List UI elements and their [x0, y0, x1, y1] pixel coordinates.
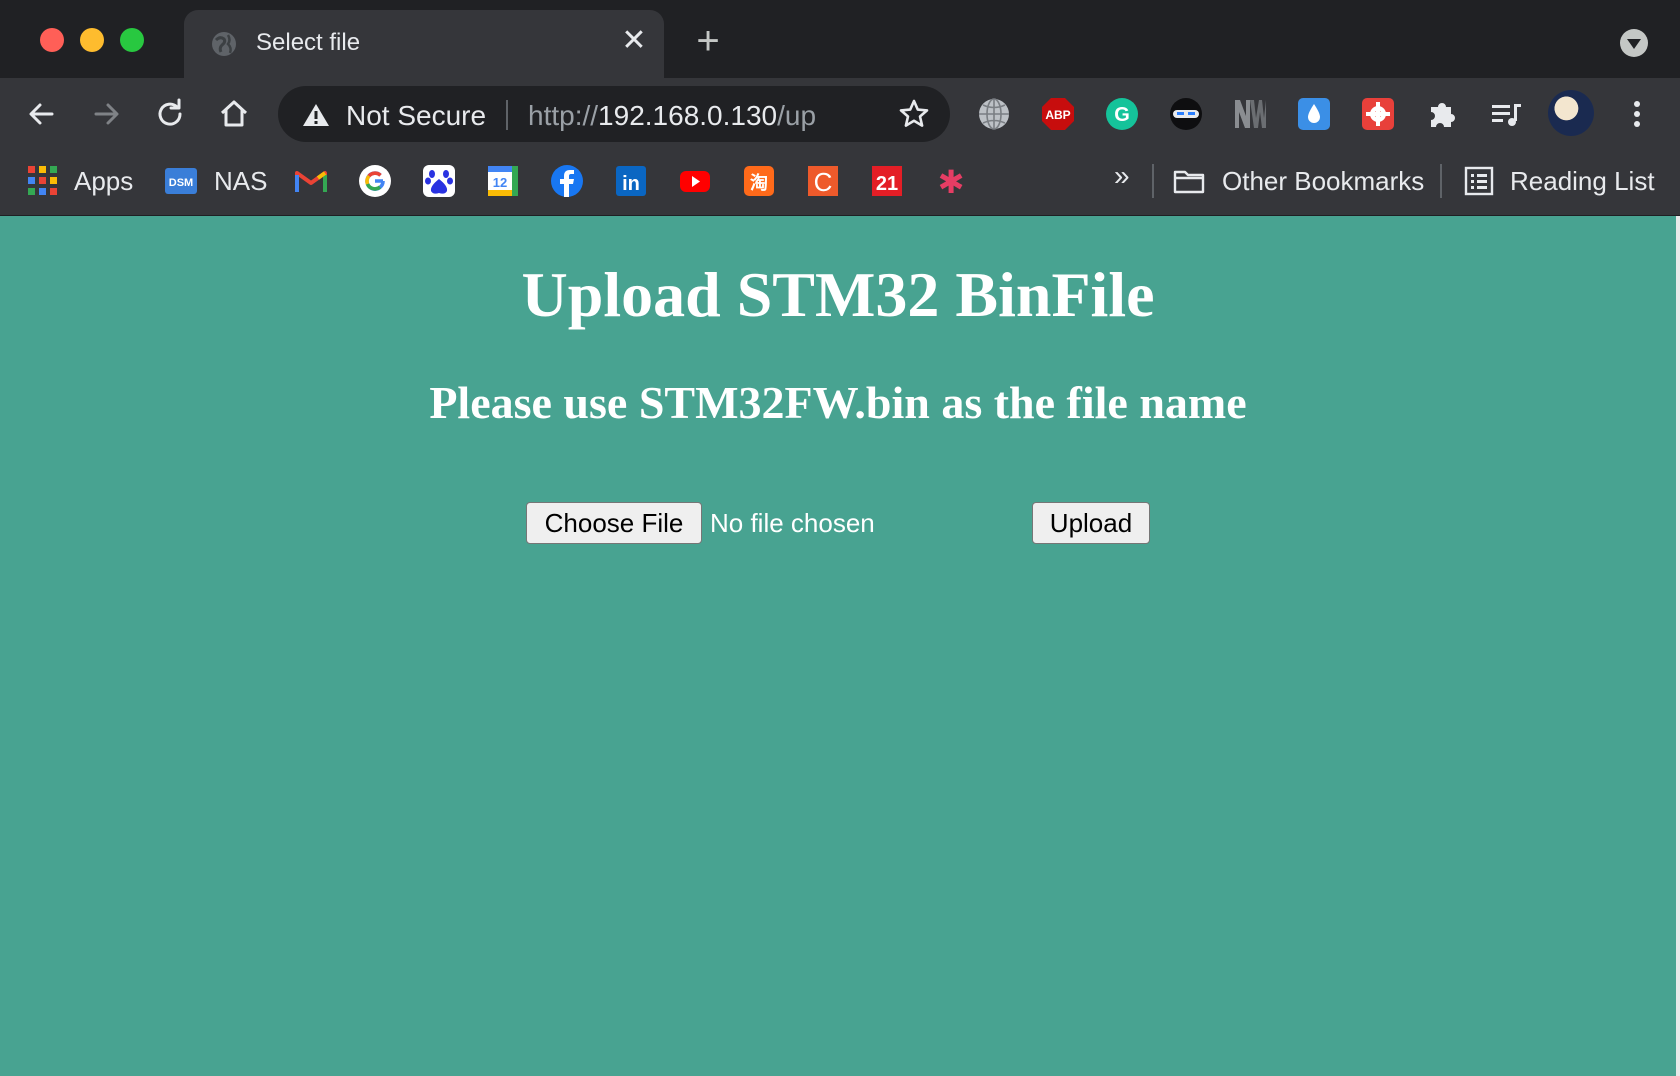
- page-subtitle: Please use STM32FW.bin as the file name: [429, 377, 1247, 428]
- ninja-icon[interactable]: [1168, 96, 1204, 132]
- address-bar-divider: [506, 100, 508, 130]
- baidu-icon[interactable]: [422, 164, 456, 198]
- 21-text: 21: [876, 173, 898, 195]
- file-status-text: No file chosen: [710, 508, 875, 538]
- bookmark-reading-list[interactable]: Reading List: [1510, 166, 1655, 197]
- window-maximize-button[interactable]: [120, 28, 144, 52]
- asterisk-icon[interactable]: ✱: [934, 164, 968, 198]
- url-host: 192.168.0.130: [598, 100, 778, 131]
- profile-avatar[interactable]: [1548, 90, 1594, 136]
- more-menu-icon[interactable]: [1622, 96, 1652, 132]
- url-path: /up: [777, 100, 817, 131]
- globe-icon[interactable]: [976, 96, 1012, 132]
- 21-icon[interactable]: 21: [870, 164, 904, 198]
- window-minimize-button[interactable]: [80, 28, 104, 52]
- window-close-button[interactable]: [40, 28, 64, 52]
- bookmark-other-bookmarks[interactable]: Other Bookmarks: [1222, 166, 1424, 197]
- youtube-icon[interactable]: [678, 164, 712, 198]
- tab-strip: Select file ✕ +: [0, 0, 1680, 78]
- page-title: Upload STM32 BinFile: [521, 259, 1155, 330]
- dsm-nas-icon[interactable]: DSM: [164, 164, 198, 198]
- home-icon[interactable]: [214, 94, 254, 134]
- bookmark-apps[interactable]: Apps: [74, 166, 133, 197]
- tab-close-icon[interactable]: ✕: [619, 26, 649, 56]
- globe-icon: [212, 32, 236, 56]
- security-status-label[interactable]: Not Secure: [346, 100, 486, 132]
- puzzle-extensions-icon[interactable]: [1424, 96, 1460, 132]
- media-queue-icon[interactable]: [1488, 96, 1524, 132]
- browser-toolbar: Not Secure http://192.168.0.130/up ABP G: [0, 78, 1680, 150]
- grammarly-label: G: [1114, 104, 1130, 126]
- dsm-badge-text: DSM: [169, 177, 193, 189]
- new-tab-button[interactable]: +: [690, 21, 726, 61]
- bookmark-star-icon[interactable]: [898, 98, 930, 130]
- adblock-plus-icon[interactable]: ABP: [1040, 96, 1076, 132]
- adblock-plus-label: ABP: [1045, 108, 1070, 122]
- folder-icon[interactable]: [1172, 164, 1206, 198]
- bookmarks-overflow-chevron[interactable]: »: [1114, 160, 1130, 192]
- url-scheme: http://: [528, 100, 599, 131]
- reading-list-icon[interactable]: [1462, 164, 1496, 198]
- address-bar[interactable]: Not Secure http://192.168.0.130/up: [278, 86, 950, 142]
- forward-arrow-icon[interactable]: [86, 94, 126, 134]
- tab-search-icon[interactable]: [1620, 29, 1648, 57]
- google-icon[interactable]: [358, 164, 392, 198]
- bookmark-nas[interactable]: NAS: [214, 166, 267, 197]
- page-content: Upload STM32 BinFile Please use STM32FW.…: [0, 216, 1676, 1076]
- apps-grid-icon[interactable]: [26, 164, 60, 198]
- droplet-icon[interactable]: [1296, 96, 1332, 132]
- reload-icon[interactable]: [150, 94, 190, 134]
- c-letter-text: C: [814, 167, 833, 197]
- bookmarks-bar: Apps DSM NAS 12 in 淘 C 21 ✱ » Other Book…: [0, 150, 1680, 216]
- asterisk-text: ✱: [938, 164, 965, 198]
- taobao-text: 淘: [750, 172, 768, 194]
- warning-triangle-icon[interactable]: [302, 102, 330, 128]
- google-calendar-icon[interactable]: 12: [486, 164, 520, 198]
- upload-button[interactable]: Upload: [1032, 502, 1150, 544]
- bookmarks-divider: [1152, 164, 1154, 198]
- linkedin-text: in: [622, 173, 640, 195]
- linkedin-icon[interactable]: in: [614, 164, 648, 198]
- choose-file-button[interactable]: Choose File: [526, 502, 702, 544]
- bookmarks-divider: [1440, 164, 1442, 198]
- facebook-icon[interactable]: [550, 164, 584, 198]
- browser-tab-active[interactable]: Select file ✕: [184, 10, 664, 78]
- back-arrow-icon[interactable]: [22, 94, 62, 134]
- tab-title: Select file: [256, 29, 361, 56]
- calendar-day-text: 12: [493, 175, 507, 190]
- settings-gear-icon[interactable]: [1360, 96, 1396, 132]
- grammarly-icon[interactable]: G: [1104, 96, 1140, 132]
- c-letter-icon[interactable]: C: [806, 164, 840, 198]
- nw-icon[interactable]: [1232, 96, 1268, 132]
- window-edge: [1676, 216, 1680, 1076]
- taobao-icon[interactable]: 淘: [742, 164, 776, 198]
- gmail-icon[interactable]: [294, 164, 328, 198]
- url-text[interactable]: http://192.168.0.130/up: [528, 100, 816, 132]
